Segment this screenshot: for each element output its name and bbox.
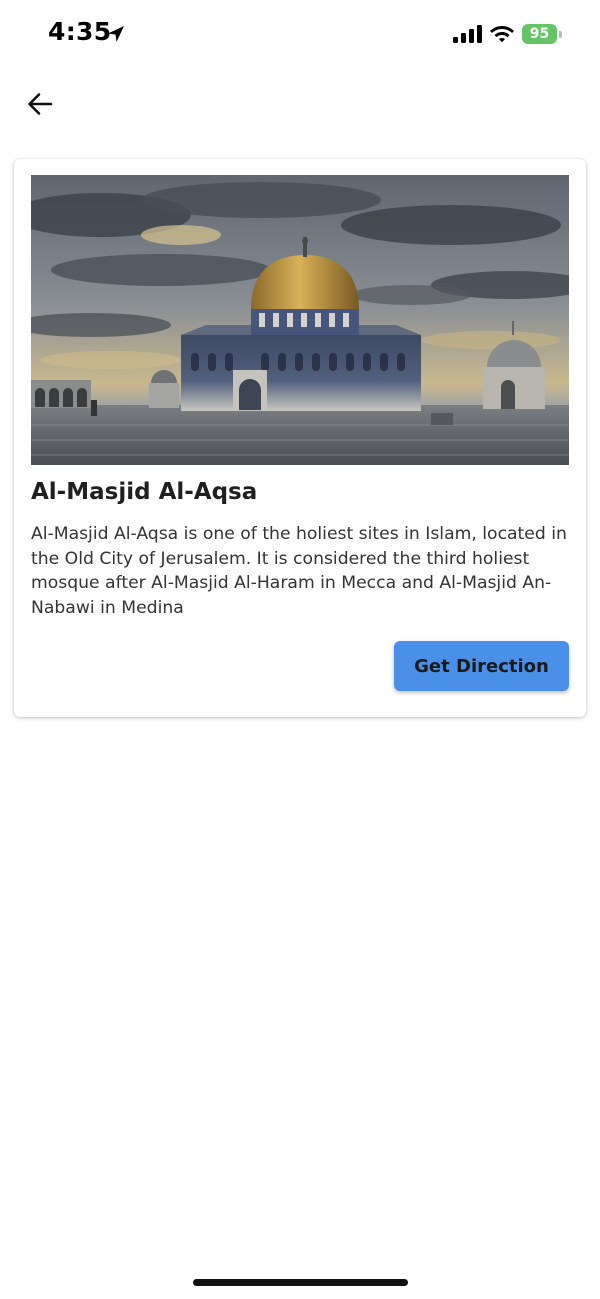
get-direction-button[interactable]: Get Direction [394,641,569,691]
status-bar: 4:35 95 [0,0,600,70]
wifi-icon [489,23,515,43]
location-card: Al-Masjid Al-Aqsa Al-Masjid Al-Aqsa is o… [14,159,586,717]
location-arrow-icon [106,24,126,44]
status-time: 4:35 [48,17,112,46]
home-indicator[interactable] [193,1279,408,1286]
back-button[interactable] [20,86,60,126]
battery-level-text: 95 [529,26,550,42]
cellular-signal-icon [453,25,482,43]
arrow-left-icon [27,91,53,122]
battery-icon: 95 [522,24,562,44]
location-title: Al-Masjid Al-Aqsa [31,479,258,505]
battery-cap [559,31,562,38]
location-description: Al-Masjid Al-Aqsa is one of the holiest … [31,524,567,618]
dome-of-the-rock-image [31,175,569,465]
